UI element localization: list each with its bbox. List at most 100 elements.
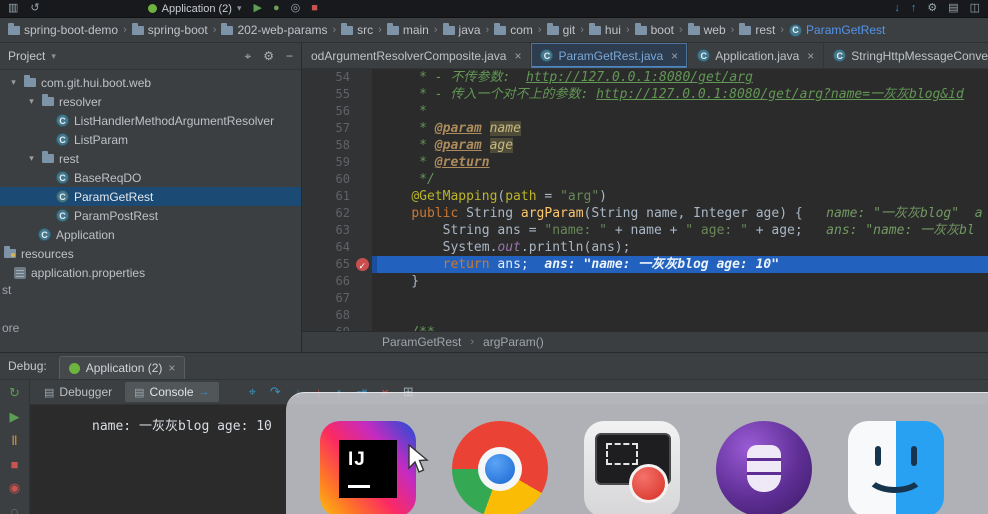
scroll-to-end-icon: → <box>199 386 210 398</box>
structure-icon[interactable]: ▤ <box>948 0 958 17</box>
tree-item-listparam[interactable]: CListParam <box>0 130 301 149</box>
properties-file-icon <box>14 267 26 279</box>
close-icon[interactable]: × <box>807 49 814 63</box>
mute-breakpoints-icon[interactable]: ◌ <box>11 504 19 514</box>
window-icon[interactable]: ◫ <box>970 0 980 17</box>
class-icon: C <box>56 133 69 146</box>
path-item-boot[interactable]: boot <box>633 23 676 37</box>
charles-proxy-dock-icon[interactable] <box>716 421 812 514</box>
tree-item-application-properties[interactable]: application.properties <box>0 263 301 282</box>
console-icon: ▤ <box>44 386 54 399</box>
path-item-spring-boot-demo[interactable]: spring-boot-demo <box>6 23 120 37</box>
line-number[interactable]: 61 <box>302 188 372 205</box>
step-over-icon[interactable]: ↷ <box>270 384 281 400</box>
update-down-icon[interactable]: ↓ <box>894 0 900 17</box>
code-line-62: 62 public String argParam(String name, I… <box>302 205 988 222</box>
editor-tab-odargumentresolvercomposite-java[interactable]: odArgumentResolverComposite.java× <box>302 43 531 68</box>
line-number[interactable]: 59 <box>302 154 372 171</box>
breakpoint-icon[interactable] <box>356 258 369 271</box>
editor-tab-application-java[interactable]: CApplication.java× <box>688 43 824 68</box>
screen-recorder-dock-icon[interactable] <box>584 421 680 514</box>
debug-session-tab[interactable]: Application (2) × <box>59 356 186 379</box>
finder-dock-icon[interactable] <box>848 421 944 514</box>
show-execution-point-icon[interactable]: ⌖ <box>249 384 256 400</box>
tree-item-com-git-hui-boot-web[interactable]: ▾com.git.hui.boot.web <box>0 73 301 92</box>
tree-item-paramgetrest[interactable]: CParamGetRest <box>0 187 301 206</box>
tree-item-parampostrest[interactable]: CParamPostRest <box>0 206 301 225</box>
run-icon[interactable]: ▶ <box>253 0 261 17</box>
resume-icon[interactable]: ▶ <box>10 409 20 425</box>
chevron-down-icon[interactable]: ▾ <box>51 51 56 62</box>
debug-bug-icon[interactable]: ● <box>273 0 280 17</box>
tree-item-basereqdo[interactable]: CBaseReqDO <box>0 168 301 187</box>
intellij-idea-dock-icon[interactable]: IJ <box>320 421 416 514</box>
line-number[interactable]: 56 <box>302 103 372 120</box>
tree-item-resolver[interactable]: ▾resolver <box>0 92 301 111</box>
expand-arrow-icon[interactable]: ▾ <box>26 96 37 107</box>
stop-icon[interactable]: ■ <box>11 457 19 472</box>
project-panel-title: Project <box>8 49 45 63</box>
view-breakpoints-icon[interactable]: ◉ <box>9 480 20 496</box>
expand-arrow-icon[interactable]: ▾ <box>8 77 19 88</box>
line-number[interactable]: 68 <box>302 307 372 324</box>
locate-icon[interactable]: ⌖ <box>244 49 251 64</box>
code-line-54: 54 * - 不传参数: http://127.0.0.1:8080/get/a… <box>302 69 988 86</box>
line-number[interactable]: 69 <box>302 324 372 331</box>
run-config-select[interactable]: Application (2)▾ <box>148 3 242 15</box>
tree-item-rest[interactable]: ▾rest <box>0 149 301 168</box>
path-item-src[interactable]: src <box>339 23 375 37</box>
path-item-main[interactable]: main <box>385 23 431 37</box>
path-item-rest[interactable]: rest <box>737 23 777 37</box>
line-number[interactable]: 64 <box>302 239 372 256</box>
line-number[interactable]: 54 <box>302 69 372 86</box>
path-item-web[interactable]: web <box>686 23 728 37</box>
settings-icon[interactable]: ⚙ <box>263 49 274 64</box>
path-item-hui[interactable]: hui <box>587 23 623 37</box>
project-tree: ▾com.git.hui.boot.web▾resolverCListHandl… <box>0 70 301 352</box>
line-number[interactable]: 58 <box>302 137 372 154</box>
tree-item-listhandlermethodargumentresolver[interactable]: CListHandlerMethodArgumentResolver <box>0 111 301 130</box>
google-chrome-dock-icon[interactable] <box>452 421 548 514</box>
path-item-spring-boot[interactable]: spring-boot <box>130 23 210 37</box>
rerun-icon[interactable]: ↻ <box>9 385 20 401</box>
collapse-icon[interactable]: − <box>286 49 293 64</box>
line-number[interactable]: 63 <box>302 222 372 239</box>
editor-tab-bar: odArgumentResolverComposite.java×CParamG… <box>302 43 988 69</box>
line-number[interactable]: 57 <box>302 120 372 137</box>
project-view-icon[interactable]: ▥ <box>8 0 18 17</box>
tree-item-resources[interactable]: resources <box>0 244 301 263</box>
debug-header: Debug: Application (2) × <box>0 353 988 380</box>
close-icon[interactable]: × <box>671 49 678 63</box>
tree-item-application[interactable]: CApplication <box>0 225 301 244</box>
line-number[interactable]: 62 <box>302 205 372 222</box>
line-number[interactable]: 65 <box>302 256 372 273</box>
undo-icon[interactable]: ↺ <box>30 0 39 17</box>
class-icon: C <box>38 228 51 241</box>
line-number[interactable]: 66 <box>302 273 372 290</box>
editor-tab-paramgetrest-java[interactable]: CParamGetRest.java× <box>531 43 688 68</box>
editor-tab-stringhttpmessageconverter-ja[interactable]: CStringHttpMessageConverter.ja <box>824 43 988 68</box>
path-item-paramgetrest[interactable]: CParamGetRest <box>787 23 887 37</box>
path-item-git[interactable]: git <box>545 23 578 37</box>
line-number[interactable]: 60 <box>302 171 372 188</box>
path-item-202-web-params[interactable]: 202-web-params <box>219 23 329 37</box>
commit-up-icon[interactable]: ↑ <box>911 0 917 17</box>
stop-icon[interactable]: ■ <box>311 0 318 17</box>
path-item-java[interactable]: java <box>441 23 483 37</box>
path-item-com[interactable]: com <box>492 23 535 37</box>
line-number[interactable]: 55 <box>302 86 372 103</box>
expand-arrow-icon[interactable]: ▾ <box>26 153 37 164</box>
pause-icon[interactable]: Ⅱ <box>11 433 17 449</box>
chevron-down-icon: ▾ <box>237 3 242 14</box>
close-icon[interactable]: × <box>168 361 175 375</box>
line-number[interactable]: 67 <box>302 290 372 307</box>
debug-tab-console[interactable]: ▤Console→ <box>125 382 218 402</box>
settings-icon[interactable]: ⚙ <box>927 0 937 17</box>
code-editor[interactable]: 54 * - 不传参数: http://127.0.0.1:8080/get/a… <box>302 69 988 331</box>
close-icon[interactable]: × <box>514 49 521 63</box>
class-icon: C <box>789 24 802 37</box>
debug-tab-debugger[interactable]: ▤Debugger <box>35 382 121 402</box>
breadcrumb-item-argparam[interactable]: argParam() <box>483 335 544 349</box>
coverage-icon[interactable]: ◎ <box>291 0 301 17</box>
breadcrumb-item-paramgetrest[interactable]: ParamGetRest <box>382 335 461 349</box>
